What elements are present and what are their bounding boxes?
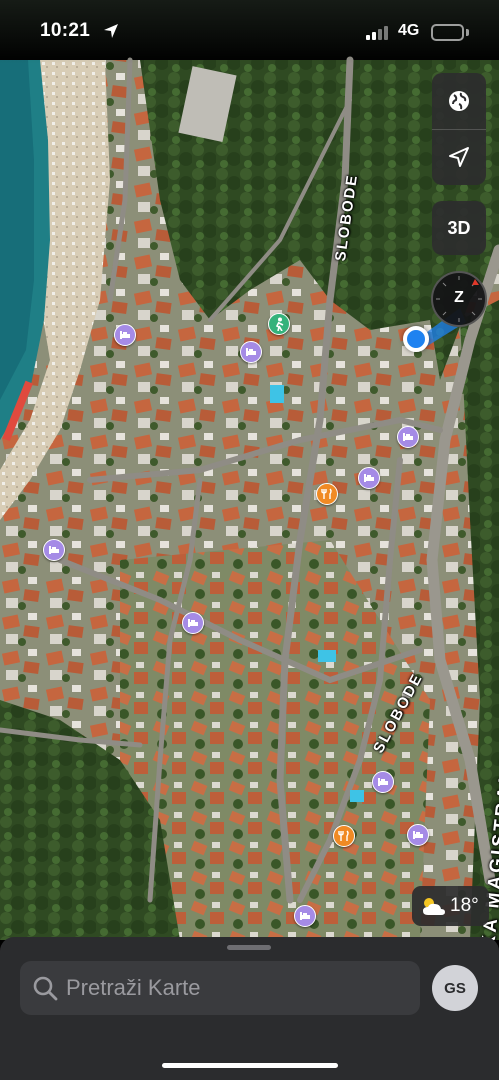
bottom-sheet[interactable]: Pretraži Karte GS xyxy=(0,937,499,1080)
bed-icon xyxy=(413,831,423,839)
hotel-pin[interactable] xyxy=(182,612,204,634)
battery-icon xyxy=(431,24,464,41)
weather-badge[interactable]: 18° xyxy=(412,886,489,926)
network-type: 4G xyxy=(398,22,420,39)
locate-me-button[interactable] xyxy=(432,129,486,185)
3d-view-button[interactable]: 3D xyxy=(432,201,486,255)
hotel-pin[interactable] xyxy=(397,426,419,448)
restaurant-pin[interactable] xyxy=(333,825,355,847)
bed-icon xyxy=(378,778,388,786)
bed-icon xyxy=(188,619,198,627)
home-indicator[interactable] xyxy=(162,1063,338,1068)
user-location-dot[interactable] xyxy=(403,326,429,352)
partly-sunny-icon xyxy=(423,898,445,915)
hotel-pin[interactable] xyxy=(43,539,65,561)
bed-icon xyxy=(300,912,310,920)
status-bar: 10:21 4G xyxy=(0,0,499,64)
bed-icon xyxy=(49,546,59,554)
location-arrow-icon xyxy=(449,147,469,167)
hiker-icon xyxy=(275,317,284,331)
location-services-icon xyxy=(104,24,118,38)
bed-icon xyxy=(246,348,256,356)
search-bar[interactable]: Pretraži Karte xyxy=(20,961,420,1015)
hotel-pin[interactable] xyxy=(294,905,316,927)
hotel-pin[interactable] xyxy=(240,341,262,363)
profile-avatar[interactable]: GS xyxy=(432,965,478,1011)
bed-icon xyxy=(403,433,413,441)
fork-knife-icon xyxy=(321,488,332,499)
battery-tip xyxy=(466,29,469,36)
bed-icon xyxy=(120,331,130,339)
hotel-pin[interactable] xyxy=(407,824,429,846)
hiking-trail-pin[interactable] xyxy=(268,313,290,335)
search-icon xyxy=(33,976,58,1001)
map-controls xyxy=(432,73,486,185)
search-placeholder: Pretraži Karte xyxy=(66,975,201,1000)
map-mode-button[interactable] xyxy=(432,73,486,129)
cellular-signal-icon xyxy=(366,26,388,40)
compass-direction: Z xyxy=(454,289,464,306)
hotel-pin[interactable] xyxy=(372,771,394,793)
temperature: 18° xyxy=(450,895,479,916)
hotel-pin[interactable] xyxy=(358,467,380,489)
hotel-pin[interactable] xyxy=(114,324,136,346)
restaurant-pin[interactable] xyxy=(316,483,338,505)
globe-icon xyxy=(449,91,469,111)
sheet-grabber[interactable] xyxy=(227,945,271,950)
compass-button[interactable]: Z xyxy=(431,271,487,327)
status-time: 10:21 xyxy=(40,20,91,41)
fork-knife-icon xyxy=(338,830,349,841)
bed-icon xyxy=(364,474,374,482)
